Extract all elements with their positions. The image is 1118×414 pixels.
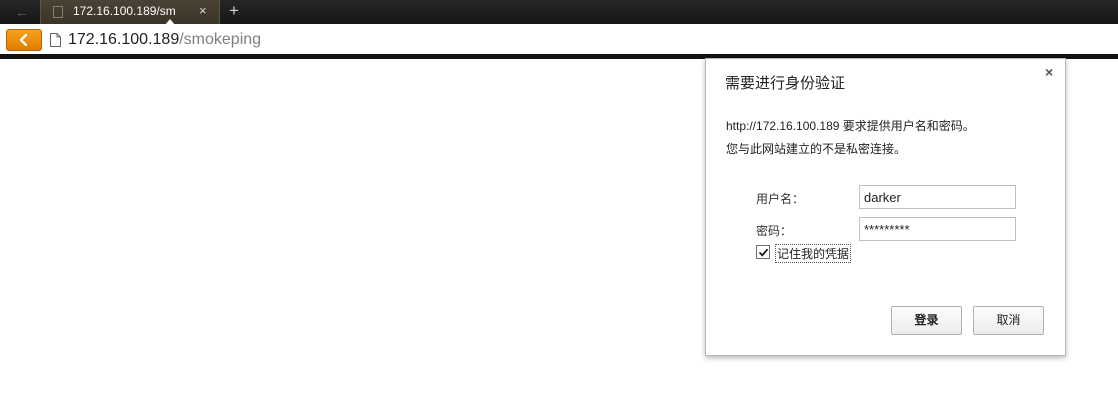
password-input[interactable]: [859, 217, 1016, 241]
username-input[interactable]: [859, 185, 1016, 209]
login-button[interactable]: 登录: [891, 306, 962, 335]
dialog-title: 需要进行身份验证: [725, 75, 846, 92]
back-arrow-icon: ←: [15, 4, 29, 20]
checkmark-icon: [758, 248, 769, 257]
tab-strip: ← 172.16.100.189/sm × +: [0, 0, 1118, 25]
back-button[interactable]: [6, 29, 42, 51]
address-bar: 172.16.100.189/smokeping: [0, 24, 1118, 56]
url-field[interactable]: 172.16.100.189/smokeping: [68, 31, 261, 49]
close-icon[interactable]: ×: [1045, 64, 1053, 80]
new-tab-button[interactable]: +: [226, 1, 242, 21]
dialog-message: http://172.16.100.189 要求提供用户名和密码。: [726, 119, 975, 133]
browser-window: ← 172.16.100.189/sm × + 172.16.100.189/s…: [0, 0, 1118, 414]
tab-smokeping[interactable]: 172.16.100.189/sm ×: [40, 0, 220, 25]
remember-checkbox[interactable]: [756, 245, 770, 259]
url-path: /smokeping: [179, 31, 262, 48]
page-icon: [53, 6, 63, 18]
username-label: 用户名：: [756, 192, 805, 206]
remember-label[interactable]: 记住我的凭据: [775, 244, 852, 263]
cancel-button[interactable]: 取消: [973, 306, 1044, 335]
password-label: 密码：: [756, 224, 793, 238]
dialog-warning: 您与此网站建立的不是私密连接。: [726, 142, 907, 156]
document-icon: [50, 33, 61, 47]
chevron-left-icon: [19, 34, 28, 46]
url-host: 172.16.100.189: [68, 31, 180, 48]
tab-title: 172.16.100.189/sm: [73, 4, 176, 18]
auth-dialog: 需要进行身份验证 × http://172.16.100.189 要求提供用户名…: [705, 58, 1066, 356]
tab-close-icon[interactable]: ×: [199, 3, 207, 18]
